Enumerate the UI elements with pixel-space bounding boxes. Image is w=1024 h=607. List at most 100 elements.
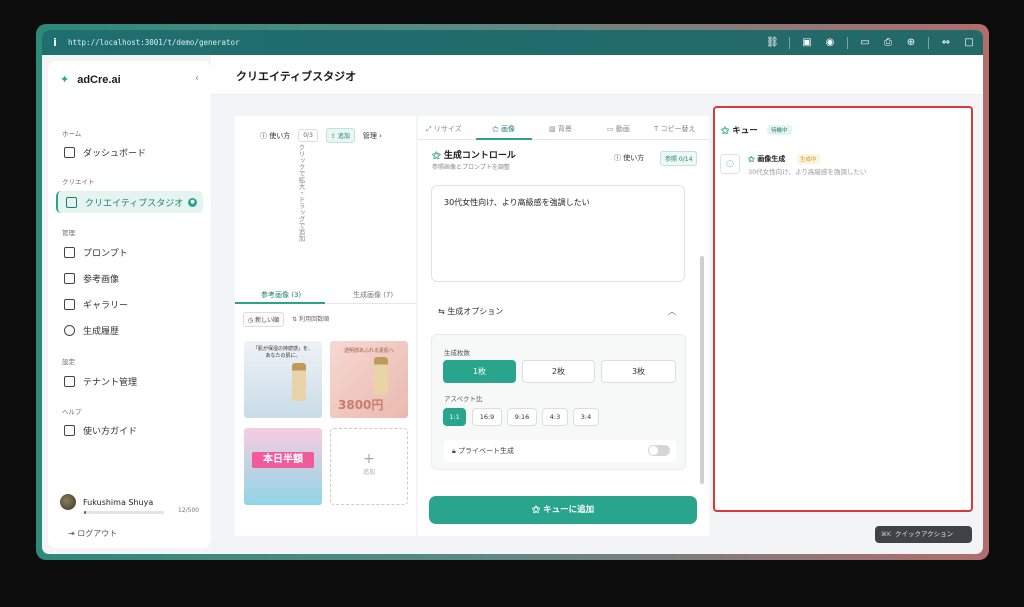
spinner-icon: ◌ [720, 154, 740, 174]
manage-link[interactable]: 管理 › [363, 131, 382, 141]
section-label-manage: 管理 [62, 229, 75, 237]
clock-icon [64, 324, 75, 336]
aspect-option-4-3[interactable]: 4:3 [542, 408, 568, 426]
sidebar-item-creative-studio[interactable]: クリエイティブスタジオ ● [56, 191, 203, 213]
queue-status-badge: 待機中 [767, 125, 792, 135]
options-header[interactable]: ⇆ 生成オプション [438, 306, 503, 317]
terminal-icon[interactable]: ▭ [859, 37, 871, 49]
reference-thumbnail[interactable]: 「肌が保湿の持続感」を、 あなたの肌に。 [244, 341, 322, 418]
camera-icon[interactable]: ◉ [824, 37, 836, 49]
private-toggle[interactable] [648, 445, 670, 456]
sidebar-item-history[interactable]: 生成履歴 [56, 319, 203, 341]
user-name: Fukushima Shuya [83, 497, 154, 507]
tab-reference-images[interactable]: 参考画像 (3) [261, 290, 301, 300]
tab-label: 画像 [501, 125, 516, 133]
private-toggle-row: 🔒︎ プライベート生成 [444, 440, 676, 462]
drop-zone-hint[interactable]: クリックで拡大・ドラッグで追加 [295, 144, 305, 294]
section-label-home: ホーム [62, 130, 82, 138]
queue-panel: ⚝ キュー 待機中 ◌ ⚝ 画像生成 生成中 30代女性向け、より高級感を強調し… [713, 106, 973, 512]
wand-icon: ⚝ [721, 126, 730, 136]
sidebar-item-tenant[interactable]: テナント管理 [56, 370, 203, 392]
help-button[interactable]: ⓘ 使い方 [260, 131, 290, 141]
quick-action-button[interactable]: ⌘K クイックアクション [875, 526, 972, 543]
notification-dot: ● [188, 197, 197, 207]
thumb-price: 3800円 [338, 398, 384, 412]
sidebar-item-guide[interactable]: 使い方ガイド [56, 419, 203, 441]
reference-thumbnail[interactable]: 透明感あふれる素肌へ 3800円 [330, 341, 408, 418]
plus-icon: + [363, 451, 375, 467]
sort-newest-button[interactable]: ◷ 新しい順 [243, 312, 285, 327]
add-label: 追加 [337, 133, 350, 140]
tab-label: リサイズ [433, 125, 462, 133]
crosshair-icon[interactable]: ⊕ [905, 37, 917, 49]
tab-image[interactable]: ⚝ 画像 [492, 124, 515, 134]
aspect-option-1-1[interactable]: 1:1 [443, 408, 466, 426]
sidebar-item-reference-images[interactable]: 参考画像 [56, 267, 203, 289]
sort-newest-label: 新しい順 [255, 317, 280, 324]
toolbar-divider [789, 36, 790, 49]
count-option-2[interactable]: 2枚 [522, 360, 595, 383]
aspect-option-9-16[interactable]: 9:16 [507, 408, 537, 426]
add-reference-button[interactable]: ⇪ 追加 [325, 128, 355, 143]
scrollbar[interactable] [700, 256, 704, 484]
product-bottle [292, 363, 306, 401]
count-option-1[interactable]: 1枚 [443, 360, 516, 383]
chevron-up-icon[interactable]: ︿ [668, 306, 676, 317]
help-button[interactable]: ⓘ 使い方 [614, 153, 644, 163]
prompt-textarea[interactable]: 30代女性向け、より高級感を強調したい [431, 185, 685, 282]
queue-item-desc: 30代女性向け、より高級感を強調したい [748, 168, 867, 176]
manage-label: 管理 [362, 131, 377, 140]
sidebar-item-label: 参考画像 [83, 274, 120, 285]
collapse-chevron-icon[interactable]: ‹ [195, 73, 199, 84]
product-bottle [374, 357, 388, 395]
tab-background[interactable]: ▧ 背景 [549, 124, 572, 134]
sliders-icon: ⇆ [438, 307, 445, 316]
info-icon[interactable]: i [42, 36, 68, 49]
expand-icon[interactable]: ⇔ [940, 37, 952, 49]
tab-label: 動画 [615, 125, 630, 133]
tab-resize[interactable]: ⤢ リサイズ [426, 124, 462, 134]
options-box: 生成枚数 1枚 2枚 3枚 アスペクト比 1:1 16:9 9:16 4:3 3… [431, 334, 686, 470]
section-title: ⚝ 生成コントロール [432, 148, 516, 161]
add-to-queue-button[interactable]: ⚝ キューに追加 [429, 496, 697, 524]
tab-copy[interactable]: T コピー替え [654, 124, 696, 134]
sort-options: ◷ 新しい順 ⇅ 利用回数順 [243, 312, 333, 327]
help-label: 使い方 [623, 154, 645, 162]
wand-icon [66, 196, 77, 208]
image-tabs: 参考画像 (3) 生成画像 (7) [235, 284, 416, 304]
count-label: 生成枚数 [444, 349, 470, 357]
window-icon[interactable]: □ [963, 37, 975, 49]
url-text[interactable]: http://localhost:3001/t/demo/generator [68, 38, 240, 47]
tab-generated-images[interactable]: 生成画像 (7) [353, 290, 393, 300]
aspect-option-3-4[interactable]: 3:4 [573, 408, 599, 426]
sidebar-item-gallery[interactable]: ギャラリー [56, 293, 203, 315]
usage-count: 12/500 [178, 507, 200, 514]
queue-item-status: 生成中 [797, 154, 820, 164]
tab-video[interactable]: ▭ 動画 [607, 124, 630, 134]
section-label-create: クリエイト [62, 178, 95, 186]
user-profile[interactable]: Fukushima Shuya [60, 494, 153, 510]
brand[interactable]: ✦ adCre.ai [60, 73, 121, 86]
chat-icon [64, 246, 75, 258]
generation-panel: ⤢ リサイズ ⚝ 画像 ▧ 背景 ▭ 動画 T コピー替え ⚝ 生成コントロール… [418, 116, 709, 536]
link-icon[interactable]: ⛓ [766, 37, 779, 49]
sort-usage-button[interactable]: ⇅ 利用回数順 [288, 312, 333, 327]
options-title: 生成オプション [447, 307, 504, 316]
page-title: クリエイティブスタジオ [236, 70, 357, 83]
add-reference-slot[interactable]: + 追加 [330, 428, 408, 505]
logout-button[interactable]: ⇥ ログアウト [68, 528, 117, 539]
logout-label: ログアウト [77, 529, 118, 538]
queue-item-name: ⚝ 画像生成 [748, 154, 785, 164]
sidebar-item-label: クリエイティブスタジオ [85, 198, 184, 209]
printer-icon[interactable]: ⎙ [882, 37, 894, 49]
card-icon[interactable]: ▣ [801, 37, 813, 49]
count-option-3[interactable]: 3枚 [601, 360, 676, 383]
ref-count-badge: 0/3 [298, 129, 318, 142]
avatar [60, 494, 76, 510]
sidebar-item-prompts[interactable]: プロンプト [56, 241, 203, 263]
aspect-option-16-9[interactable]: 16:9 [472, 408, 502, 426]
sidebar-item-dashboard[interactable]: ダッシュボード [56, 141, 203, 163]
reference-thumbnail[interactable]: 本日半額 [244, 428, 322, 505]
usage-bar-fill [84, 511, 86, 514]
section-title-text: 生成コントロール [443, 151, 516, 161]
